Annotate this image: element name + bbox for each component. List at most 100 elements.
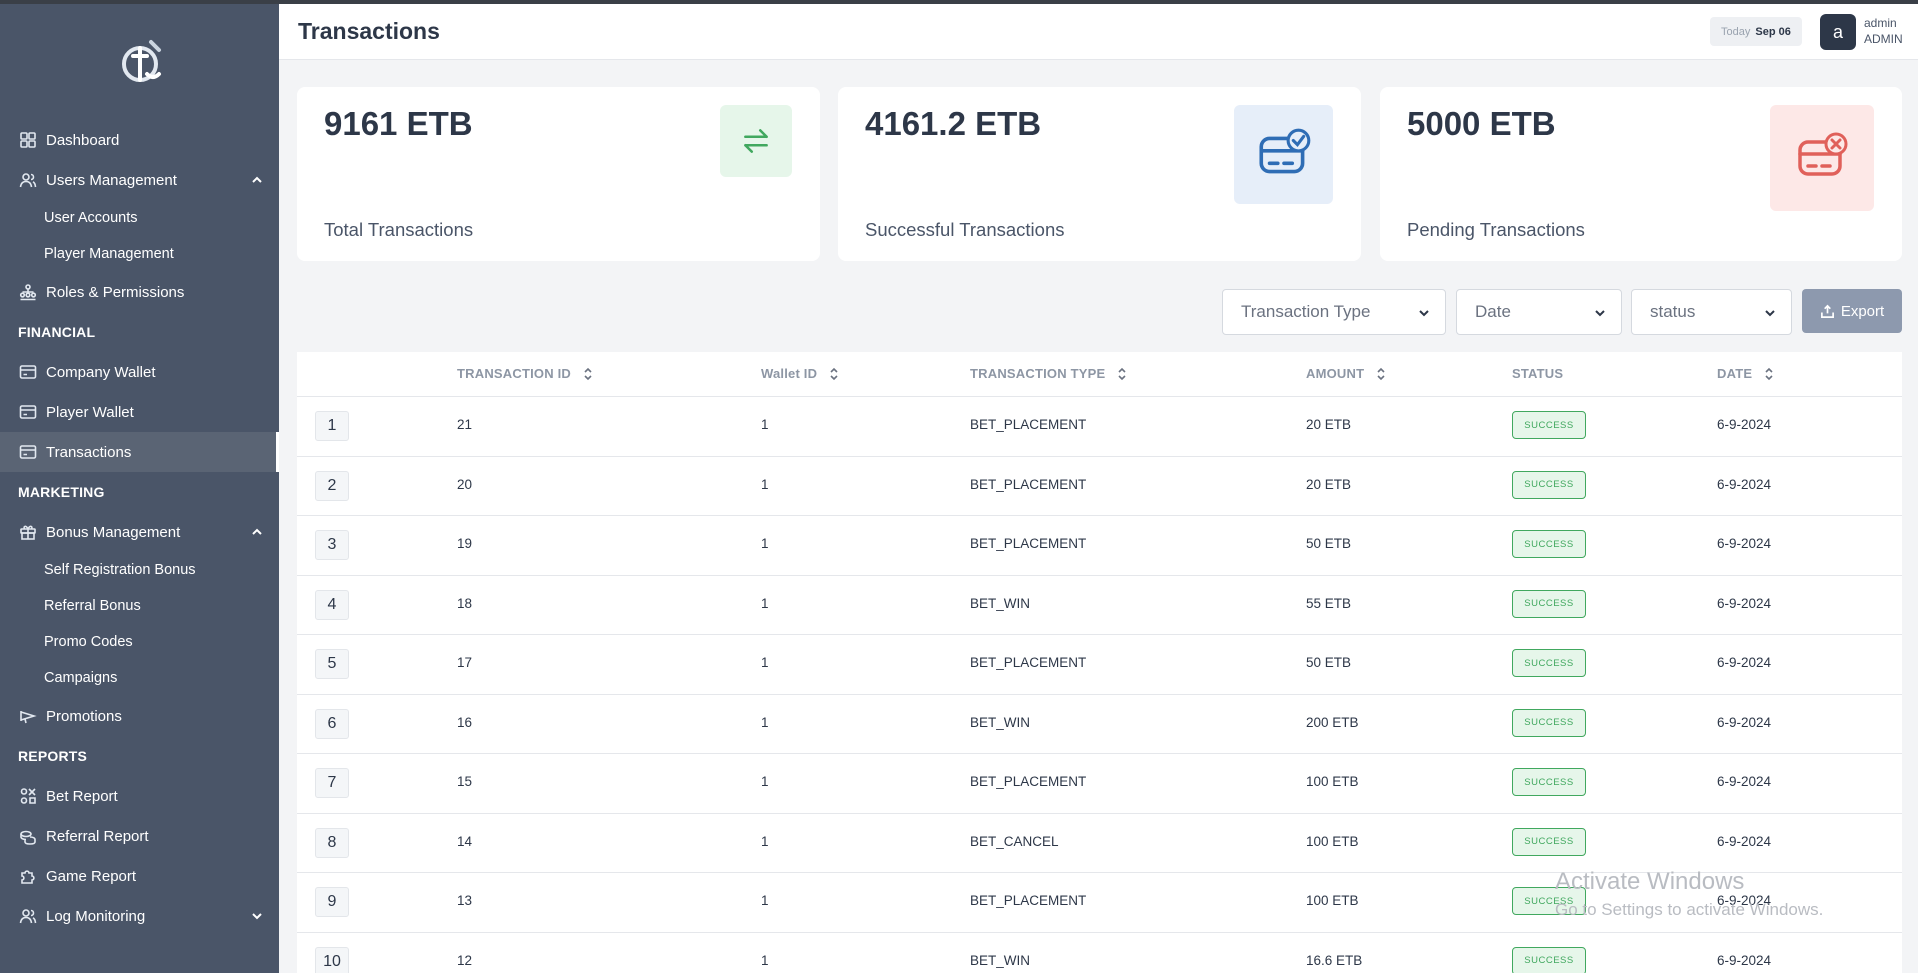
transaction-type-select-label: Transaction Type bbox=[1241, 302, 1371, 321]
column-header-label: Wallet ID bbox=[761, 366, 818, 381]
sidebar-section-reports: REPORTS bbox=[18, 748, 88, 764]
sidebar-subitem-user-accounts[interactable]: User Accounts bbox=[0, 200, 279, 236]
transaction-type-select[interactable]: Transaction Type bbox=[1222, 289, 1446, 335]
cell-date: 6-9-2024 bbox=[1717, 714, 1772, 730]
cell-amount: 100 ETB bbox=[1306, 833, 1359, 849]
gift-icon bbox=[18, 523, 37, 542]
sidebar-item-log-monitoring[interactable]: Log Monitoring bbox=[0, 896, 279, 936]
column-header-label: TRANSACTION ID bbox=[457, 366, 572, 381]
sidebar-subitem-campaigns[interactable]: Campaigns bbox=[0, 660, 279, 696]
sidebar-nav: Dashboard Users Management User Accounts Pl… bbox=[0, 120, 279, 936]
sidebar-item-promotions[interactable]: Promotions bbox=[0, 696, 279, 736]
total-transactions-card: 9161 ETB Total Transactions bbox=[297, 87, 820, 261]
sidebar-item-transactions[interactable]: Transactions bbox=[0, 432, 279, 472]
row-number: 10 bbox=[315, 946, 349, 973]
sidebar-item-roles-and-permissions[interactable]: Roles & Permissions bbox=[0, 272, 279, 312]
column-header-transaction-id[interactable]: TRANSACTION ID bbox=[457, 366, 593, 381]
puzzle-icon bbox=[18, 867, 37, 886]
user-info[interactable]: admin ADMIN bbox=[1864, 15, 1903, 47]
export-button-label: Export bbox=[1840, 302, 1885, 320]
sort-icon[interactable] bbox=[829, 367, 839, 381]
cell-id: 16 bbox=[457, 714, 473, 730]
sidebar-item-bonus-management[interactable]: Bonus Management bbox=[0, 512, 279, 552]
cell-type: BET_PLACEMENT bbox=[970, 417, 1087, 432]
status-badge: SUCCESS bbox=[1512, 589, 1586, 618]
wallet-icon bbox=[18, 443, 37, 462]
table-row[interactable]: 2 20 1 BET_PLACEMENT 20 ETB 6-9-2024 SUCCESS bbox=[297, 457, 1902, 516]
status-badge: SUCCESS bbox=[1512, 649, 1586, 677]
row-number: 9 bbox=[315, 887, 349, 917]
card-x-icon bbox=[1770, 105, 1874, 211]
row-number: 2 bbox=[315, 470, 349, 501]
date-select[interactable]: Date bbox=[1456, 289, 1622, 335]
users-icon bbox=[18, 907, 37, 926]
cell-date: 6-9-2024 bbox=[1717, 536, 1772, 551]
sidebar-item-player-wallet[interactable]: Player Wallet bbox=[0, 392, 279, 432]
cell-id: 13 bbox=[457, 893, 473, 908]
table-row[interactable]: 9 13 1 BET_PLACEMENT 100 ETB 6-9-2024 SUCCESS bbox=[297, 873, 1902, 933]
column-header-date[interactable]: DATE bbox=[1717, 366, 1774, 381]
export-button[interactable]: Export bbox=[1802, 289, 1902, 333]
table-row[interactable]: 3 19 1 BET_PLACEMENT 50 ETB 6-9-2024 SUCCESS bbox=[297, 516, 1902, 576]
page-title: Transactions bbox=[298, 18, 440, 44]
table-row[interactable]: 6 16 1 BET_WIN 200 ETB 6-9-2024 SUCCESS bbox=[297, 695, 1902, 754]
sidebar-item-game-report[interactable]: Game Report bbox=[0, 856, 279, 896]
megaphone-icon bbox=[18, 707, 37, 726]
cell-amount: 50 ETB bbox=[1306, 655, 1352, 670]
chevron-down-icon bbox=[1417, 305, 1431, 319]
sidebar-subitem-referral-bonus[interactable]: Referral Bonus bbox=[0, 588, 279, 624]
top-header: Transactions Today Sep 06 a admin ADMIN bbox=[279, 4, 1918, 60]
sidebar-subitem-self-registration-bonus[interactable]: Self Registration Bonus bbox=[0, 552, 279, 588]
column-header-transaction-type[interactable]: TRANSACTION TYPE bbox=[970, 366, 1127, 381]
cell-id: 17 bbox=[457, 655, 473, 670]
cell-type: BET_PLACEMENT bbox=[970, 476, 1087, 492]
row-number: 1 bbox=[315, 411, 349, 441]
cell-wallet: 1 bbox=[761, 417, 769, 432]
table-row[interactable]: 4 18 1 BET_WIN 55 ETB 6-9-2024 SUCCESS bbox=[297, 576, 1902, 635]
cell-wallet: 1 bbox=[761, 774, 769, 789]
date-select-label: Date bbox=[1475, 302, 1511, 321]
status-badge: SUCCESS bbox=[1512, 946, 1586, 973]
total-transactions-amount: 9161 ETB bbox=[324, 105, 473, 142]
sidebar-item-bet-report[interactable]: Bet Report bbox=[0, 776, 279, 816]
cell-wallet: 1 bbox=[761, 714, 769, 730]
sidebar-item-referral-report[interactable]: Referral Report bbox=[0, 816, 279, 856]
sort-icon[interactable] bbox=[583, 367, 593, 381]
sort-icon[interactable] bbox=[1764, 367, 1774, 381]
app-logo[interactable] bbox=[113, 34, 173, 94]
table-row[interactable]: 10 12 1 BET_WIN 16.6 ETB 6-9-2024 SUCCESS bbox=[297, 933, 1902, 973]
sidebar-subitem-player-management[interactable]: Player Management bbox=[0, 236, 279, 272]
table-row[interactable]: 1 21 1 BET_PLACEMENT 20 ETB 6-9-2024 SUCCESS bbox=[297, 397, 1902, 457]
table-row[interactable]: 8 14 1 BET_CANCEL 100 ETB 6-9-2024 SUCCESS bbox=[297, 814, 1902, 873]
cell-type: BET_PLACEMENT bbox=[970, 655, 1087, 670]
sidebar-item-label: Referral Report bbox=[46, 827, 149, 845]
sidebar-item-label: Dashboard bbox=[46, 131, 120, 149]
sidebar-item-users-management[interactable]: Users Management bbox=[0, 160, 279, 200]
chevron-up-icon[interactable] bbox=[249, 172, 265, 188]
cell-date: 6-9-2024 bbox=[1717, 595, 1772, 611]
transactions-table: TRANSACTION ID Wallet ID TRANSACTION TYPE A… bbox=[297, 352, 1902, 973]
row-number: 4 bbox=[315, 589, 349, 620]
sort-icon[interactable] bbox=[1117, 367, 1127, 381]
chevron-down-icon[interactable] bbox=[249, 908, 265, 924]
cell-date: 6-9-2024 bbox=[1717, 833, 1772, 849]
table-row[interactable]: 7 15 1 BET_PLACEMENT 100 ETB 6-9-2024 SUCCESS bbox=[297, 754, 1902, 814]
user-avatar[interactable]: a bbox=[1820, 14, 1856, 50]
sidebar-subitem-promo-codes[interactable]: Promo Codes bbox=[0, 624, 279, 660]
table-row[interactable]: 5 17 1 BET_PLACEMENT 50 ETB 6-9-2024 SUCCESS bbox=[297, 635, 1902, 695]
sidebar-item-label: Game Report bbox=[46, 867, 137, 885]
status-badge: SUCCESS bbox=[1512, 411, 1586, 439]
row-number: 8 bbox=[315, 827, 349, 858]
sidebar-item-dashboard[interactable]: Dashboard bbox=[0, 120, 279, 160]
column-header-amount[interactable]: AMOUNT bbox=[1306, 366, 1386, 381]
pending-transactions-amount: 5000 ETB bbox=[1407, 105, 1556, 142]
successful-transactions-label: Successful Transactions bbox=[865, 219, 1065, 240]
window-top-border bbox=[0, 0, 1918, 4]
sidebar-item-company-wallet[interactable]: Company Wallet bbox=[0, 352, 279, 392]
cell-date: 6-9-2024 bbox=[1717, 655, 1772, 670]
column-header-wallet-id[interactable]: Wallet ID bbox=[761, 366, 839, 381]
transfer-icon bbox=[720, 105, 792, 177]
status-select[interactable]: status bbox=[1631, 289, 1792, 335]
chevron-up-icon[interactable] bbox=[249, 524, 265, 540]
sort-icon[interactable] bbox=[1376, 367, 1386, 381]
